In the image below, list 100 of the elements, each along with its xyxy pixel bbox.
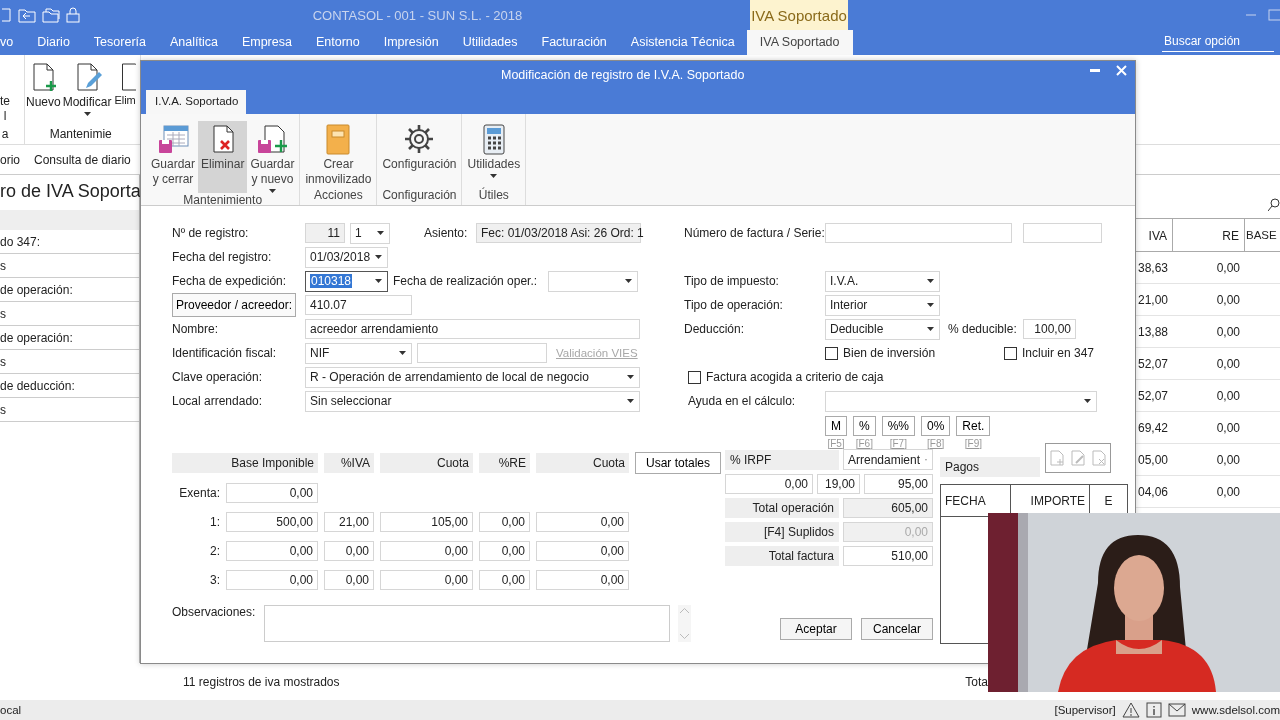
- amount-field[interactable]: 0,00: [226, 482, 318, 503]
- total-field[interactable]: 510,00: [843, 546, 933, 566]
- amount-field[interactable]: 0,00: [380, 540, 473, 561]
- filter-value[interactable]: s: [0, 355, 6, 369]
- calc-button[interactable]: M: [825, 415, 847, 436]
- ribbon-button[interactable]: Nuevo: [25, 61, 62, 127]
- percent-field[interactable]: 100,00: [1023, 319, 1076, 339]
- filter-value[interactable]: s: [0, 307, 6, 321]
- amount-field[interactable]: 0,00: [536, 511, 629, 532]
- invoice-number-field[interactable]: [825, 223, 1012, 243]
- ribbon-button[interactable]: Utilidades: [464, 121, 524, 188]
- menu-tab[interactable]: Facturación: [529, 30, 619, 55]
- calc-button[interactable]: %: [853, 415, 876, 436]
- amount-field[interactable]: 0,00: [479, 540, 530, 561]
- ribbon-tab[interactable]: I.V.A. Soportado: [146, 90, 246, 114]
- warning-icon[interactable]: [1121, 702, 1140, 718]
- scroll-up-icon[interactable]: [680, 607, 689, 613]
- menu-tab[interactable]: Analítica: [157, 30, 230, 55]
- name-field[interactable]: acreedor arrendamiento: [305, 319, 640, 339]
- menu-tab[interactable]: vo: [0, 30, 26, 55]
- dialog-button[interactable]: Aceptar: [780, 618, 852, 640]
- checkbox[interactable]: [688, 370, 701, 384]
- amount-field[interactable]: 0,00: [324, 540, 374, 561]
- info-icon[interactable]: [1145, 702, 1162, 718]
- ribbon-button[interactable]: Eliminar: [198, 121, 248, 193]
- ribbon-button[interactable]: Crear inmovilizado: [302, 121, 375, 188]
- amount-field[interactable]: 19,00: [817, 474, 860, 494]
- date-dropdown[interactable]: 01/03/2018: [305, 246, 388, 268]
- search-icon[interactable]: [1268, 198, 1280, 212]
- tax-id-field[interactable]: [417, 343, 547, 363]
- checkbox[interactable]: [825, 346, 838, 360]
- folder-arrow-icon[interactable]: [18, 7, 36, 23]
- menu-tab[interactable]: Impresión: [371, 30, 451, 55]
- document-icon[interactable]: [2, 7, 12, 23]
- notes-field[interactable]: [264, 604, 670, 642]
- close-icon[interactable]: [1116, 65, 1127, 76]
- amount-field[interactable]: 0,00: [226, 569, 318, 590]
- menu-tab[interactable]: IVA Soportado: [746, 30, 853, 55]
- website-link[interactable]: www.sdelsol.com: [1191, 704, 1280, 716]
- ribbon-button[interactable]: Guardar y nuevo: [247, 121, 298, 193]
- ribbon-button[interactable]: Configuración: [379, 121, 460, 188]
- filter-value[interactable]: s: [0, 259, 6, 273]
- operation-key-dropdown[interactable]: R - Operación de arrendamiento de local de negocio: [305, 366, 640, 388]
- supplier-field[interactable]: 410.07: [305, 295, 412, 315]
- calc-button[interactable]: %%: [881, 415, 915, 436]
- dialog-button[interactable]: Cancelar: [861, 618, 933, 640]
- total-field[interactable]: 605,00: [843, 498, 933, 518]
- amount-field[interactable]: 95,00: [864, 474, 933, 494]
- operation-type-dropdown[interactable]: Interior: [825, 294, 940, 316]
- edit-document-icon[interactable]: [1071, 450, 1085, 466]
- amount-field[interactable]: 0,00: [226, 540, 318, 561]
- scroll-down-icon[interactable]: [680, 633, 689, 639]
- calc-button[interactable]: 0%: [921, 415, 951, 436]
- amount-field[interactable]: 500,00: [226, 511, 318, 532]
- amount-field[interactable]: 21,00: [324, 511, 374, 532]
- supplier-button[interactable]: Proveedor / acreedor:: [172, 293, 296, 317]
- series-field[interactable]: [1023, 223, 1102, 243]
- maximize-icon[interactable]: [1268, 9, 1280, 21]
- sub-tab[interactable]: Consulta de diario: [34, 152, 131, 167]
- amount-field[interactable]: 105,00: [380, 511, 473, 532]
- menu-tab[interactable]: Utilidades: [450, 30, 530, 55]
- amount-field[interactable]: 0,00: [324, 569, 374, 590]
- ribbon-button[interactable]: Guardar y cerrar: [148, 121, 199, 193]
- menu-tab[interactable]: Tesorería: [81, 30, 158, 55]
- deduction-dropdown[interactable]: Deducible: [825, 318, 940, 340]
- amount-field[interactable]: 0,00: [380, 569, 473, 590]
- premises-dropdown[interactable]: Sin seleccionar: [305, 390, 640, 412]
- register-series-dropdown[interactable]: 1: [350, 222, 390, 244]
- sub-tab[interactable]: orio: [0, 152, 20, 167]
- folders-icon[interactable]: [42, 7, 60, 23]
- menu-tab[interactable]: Entorno: [303, 30, 372, 55]
- search-field[interactable]: Buscar opción: [1162, 30, 1274, 52]
- checkbox[interactable]: [1003, 346, 1017, 360]
- column-header[interactable]: E: [1090, 485, 1127, 516]
- column-header[interactable]: BASE: [1245, 219, 1280, 251]
- ribbon-button[interactable]: Modificar: [61, 61, 113, 127]
- tax-type-dropdown[interactable]: I.V.A.: [825, 270, 940, 292]
- amount-field[interactable]: 0,00: [536, 569, 629, 590]
- id-type-dropdown[interactable]: NIF: [305, 342, 412, 364]
- register-number-field[interactable]: 11: [305, 223, 345, 243]
- lock-icon[interactable]: [66, 7, 80, 23]
- date-dropdown[interactable]: 010318: [305, 270, 388, 292]
- mail-icon[interactable]: [1167, 703, 1186, 717]
- minimize-icon[interactable]: [1090, 68, 1100, 73]
- amount-field[interactable]: 0,00: [536, 540, 629, 561]
- entry-field[interactable]: Fec: 01/03/2018 Asi: 26 Ord: 1: [476, 223, 641, 243]
- column-header[interactable]: RE: [1173, 219, 1245, 251]
- menu-tab[interactable]: Asistencia Técnica: [618, 30, 747, 55]
- menu-tab[interactable]: Empresa: [229, 30, 304, 55]
- use-totals-button[interactable]: Usar totales: [635, 451, 721, 474]
- delete-document-icon[interactable]: [1092, 450, 1106, 466]
- add-document-icon[interactable]: [1050, 450, 1064, 466]
- ribbon-button[interactable]: Elim: [112, 61, 137, 127]
- withholding-type-dropdown[interactable]: Arrendamient: [843, 449, 933, 470]
- calculation-help-dropdown[interactable]: [825, 390, 1097, 412]
- menu-tab[interactable]: Diario: [25, 30, 82, 55]
- calc-button[interactable]: Ret.: [956, 415, 991, 436]
- filter-value[interactable]: s: [0, 403, 6, 417]
- date-dropdown[interactable]: [548, 270, 638, 292]
- amount-field[interactable]: 0,00: [479, 511, 530, 532]
